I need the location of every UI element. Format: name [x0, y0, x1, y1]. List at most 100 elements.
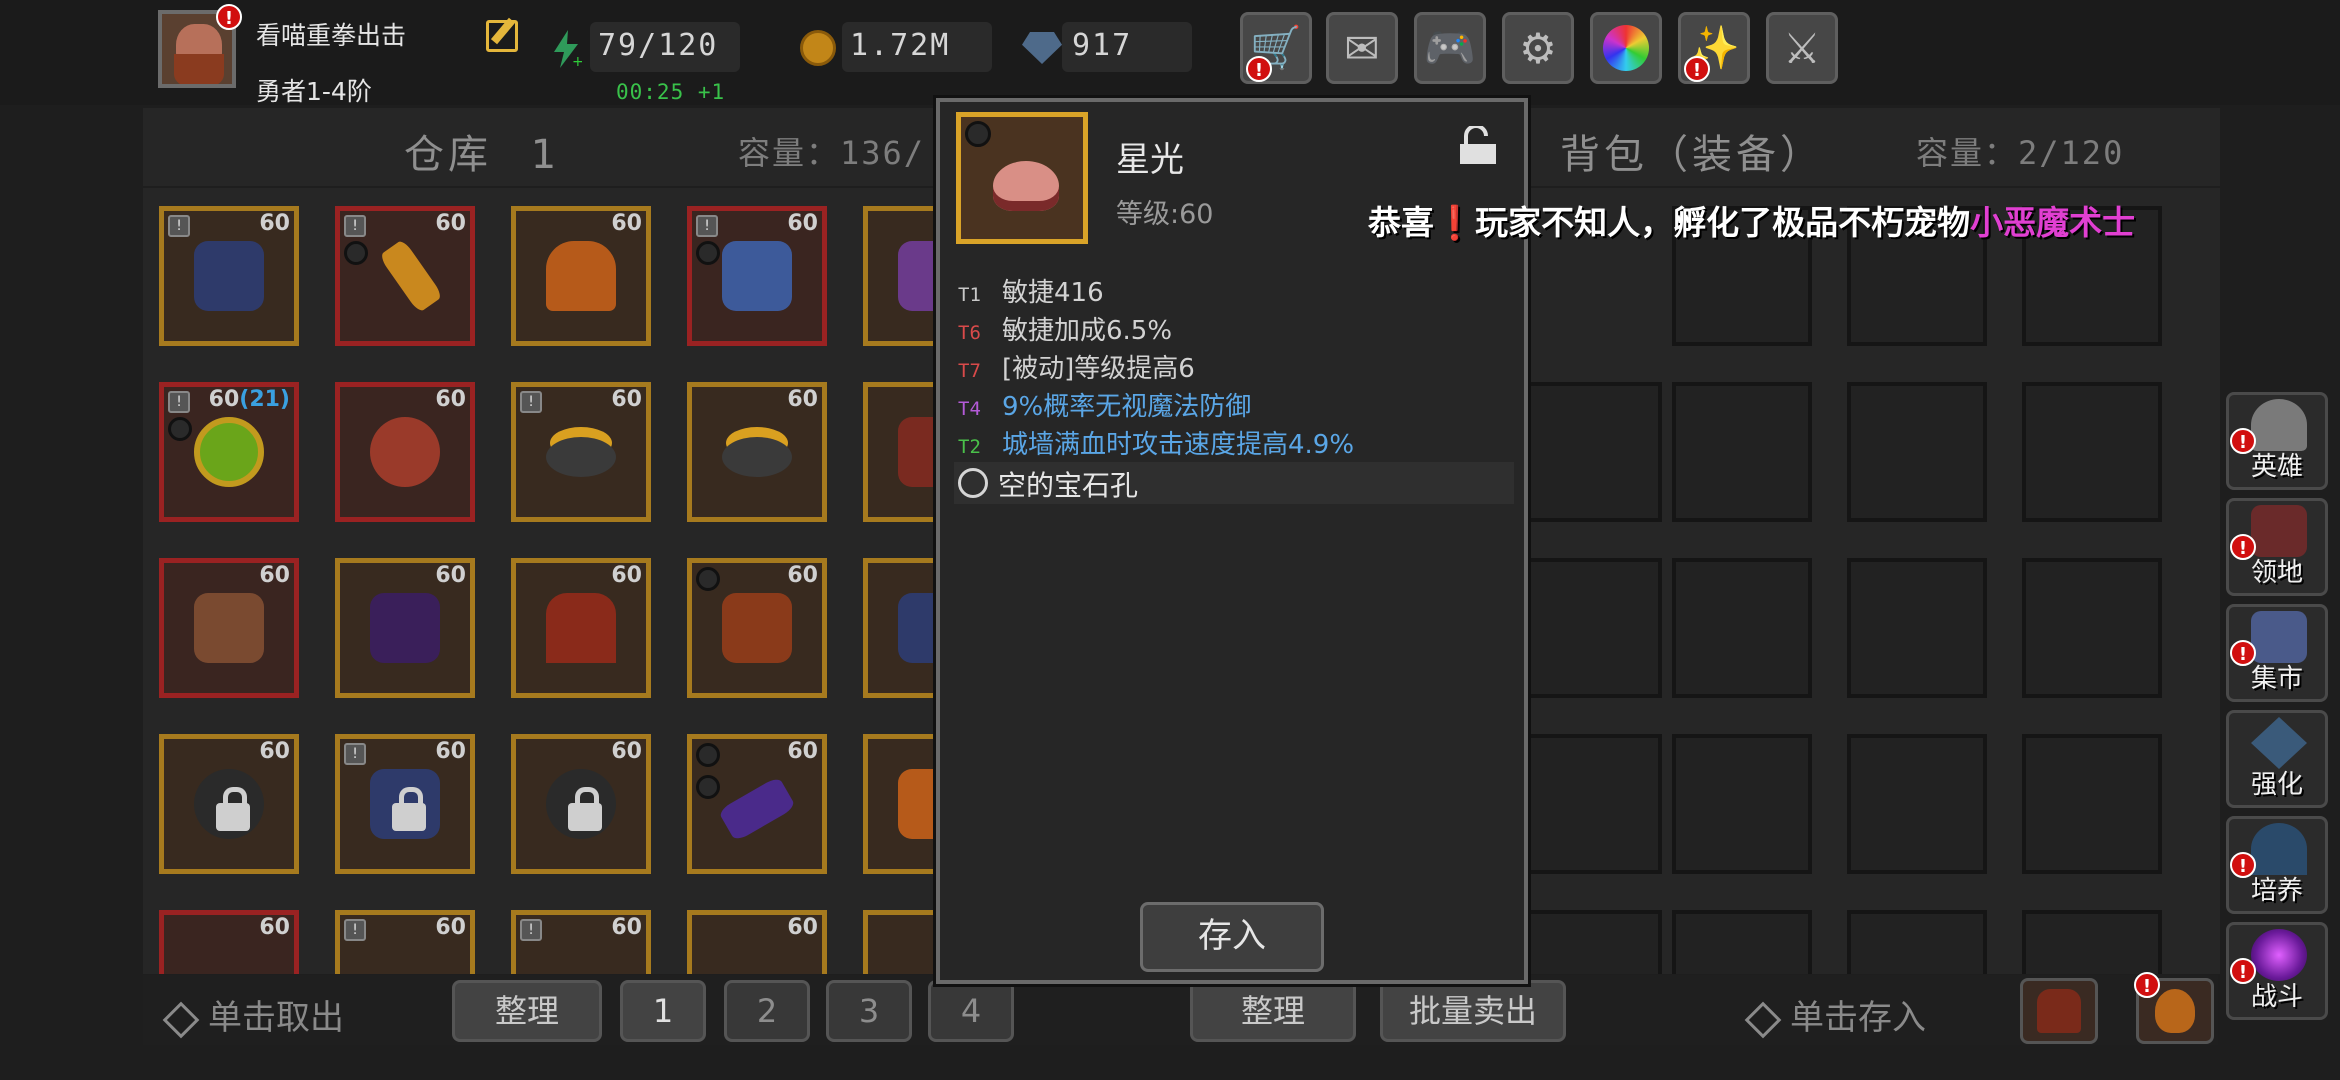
warehouse-slot[interactable]	[863, 910, 941, 974]
tag-icon: !	[168, 215, 190, 237]
backpack-slot[interactable]	[1672, 382, 1812, 522]
backpack-slot[interactable]	[1847, 734, 1987, 874]
broadcast-text: 恭喜❗玩家不知人，孵化了极品不朽宠物	[1368, 203, 1971, 242]
bulk-sell-button[interactable]: 批量卖出	[1380, 980, 1566, 1042]
item-level: 60	[787, 387, 818, 412]
socket-icon	[696, 775, 720, 799]
color-wheel-button[interactable]	[1590, 12, 1662, 84]
stat-text: [被动]等级提高6	[1002, 354, 1195, 384]
hero-alert-icon: !	[2230, 428, 2256, 454]
warehouse-slot[interactable]: 60	[687, 382, 827, 522]
leg-armor-icon	[722, 593, 792, 663]
store-in-hint[interactable]: 单击存入	[1744, 990, 1926, 1039]
warehouse-slot[interactable]	[863, 206, 941, 346]
gold-coin-icon[interactable]	[800, 30, 836, 66]
backpack-slot[interactable]	[1847, 910, 1987, 974]
backpack-slot[interactable]	[1522, 734, 1662, 874]
stat-text: 城墙满血时攻击速度提高4.9%	[1002, 430, 1355, 460]
item-level: 60	[435, 211, 466, 236]
warehouse-slot[interactable]: 60	[159, 734, 299, 874]
warehouse-page-3[interactable]: 3	[826, 980, 912, 1042]
item-level: 60	[611, 387, 642, 412]
warehouse-page-4[interactable]: 4	[928, 980, 1014, 1042]
warehouse-capacity: 容量：136/	[738, 134, 926, 172]
warehouse-slot[interactable]: ! 60	[335, 734, 475, 874]
warehouse-slot[interactable]: ! 60	[335, 206, 475, 346]
backpack-slot[interactable]	[1672, 558, 1812, 698]
warehouse-slot[interactable]: 60	[687, 558, 827, 698]
take-out-hint[interactable]: 单击取出	[162, 990, 344, 1039]
edit-name-icon[interactable]	[486, 20, 518, 52]
warehouse-slot[interactable]: 60	[511, 206, 651, 346]
backpack-slot[interactable]	[1847, 382, 1987, 522]
tag-icon: !	[344, 919, 366, 941]
armor-filter-button[interactable]	[2020, 978, 2098, 1044]
mail-button[interactable]: ✉	[1326, 12, 1398, 84]
market-alert-icon: !	[2230, 640, 2256, 666]
warehouse-slot[interactable]: 60	[159, 910, 299, 974]
gamepad-button[interactable]: 🎮	[1414, 12, 1486, 84]
lock-icon	[216, 787, 250, 831]
backpack-slot[interactable]	[2022, 910, 2162, 974]
empty-socket-icon	[958, 468, 988, 498]
portal-icon	[2251, 929, 2307, 981]
socket-icon	[965, 121, 991, 147]
backpack-slot[interactable]	[1522, 558, 1662, 698]
side-nav-enhance[interactable]: 强化	[2226, 710, 2328, 808]
warehouse-slot[interactable]: 60	[335, 382, 475, 522]
warehouse-slot[interactable]	[863, 558, 941, 698]
backpack-slot[interactable]	[1672, 910, 1812, 974]
warehouse-slot[interactable]: 60	[687, 910, 827, 974]
broadcast-message: 恭喜❗玩家不知人，孵化了极品不朽宠物小恶魔术士	[1368, 196, 2135, 244]
warehouse-slot[interactable]: 60	[335, 558, 475, 698]
shop-alert-icon: !	[1246, 56, 1272, 82]
head-necklace-icon	[370, 417, 440, 487]
energy-timer: 00:25 +1	[616, 80, 726, 104]
backpack-slot[interactable]	[2022, 558, 2162, 698]
item-level: 60	[435, 739, 466, 764]
settings-button[interactable]: ⚙	[1502, 12, 1574, 84]
stat-text: 敏捷加成6.5%	[1002, 316, 1173, 346]
belt-icon	[717, 775, 797, 843]
warehouse-slot[interactable]: 60	[511, 734, 651, 874]
stat-tier: T6	[958, 322, 981, 344]
market-stall-icon	[2251, 611, 2307, 663]
warehouse-slot[interactable]: ! 60	[511, 382, 651, 522]
item-level: 60	[787, 211, 818, 236]
chalice-icon	[2251, 823, 2307, 875]
lock-icon	[392, 787, 426, 831]
warehouse-slot[interactable]: ! 60	[335, 910, 475, 974]
unlock-icon[interactable]	[1458, 126, 1498, 164]
battle-tools-button[interactable]: ⚔	[1766, 12, 1838, 84]
warehouse-slot[interactable]	[863, 382, 941, 522]
warehouse-slot[interactable]: ! 60	[687, 206, 827, 346]
warehouse-slot[interactable]: ! 60(21)	[159, 382, 299, 522]
warehouse-slot[interactable]	[863, 734, 941, 874]
warehouse-slot[interactable]: 60	[159, 558, 299, 698]
backpack-slot[interactable]	[1672, 734, 1812, 874]
backpack-slot[interactable]	[1522, 382, 1662, 522]
stat-text: 敏捷416	[1002, 278, 1104, 308]
staff-icon	[378, 238, 444, 314]
stat-tier: T2	[958, 436, 981, 458]
warehouse-slot[interactable]: ! 60	[159, 206, 299, 346]
warehouse-slot[interactable]: ! 60	[511, 910, 651, 974]
backpack-slot[interactable]	[2022, 382, 2162, 522]
warehouse-slot[interactable]: 60	[511, 558, 651, 698]
warehouse-page-1[interactable]: 1	[620, 980, 706, 1042]
deposit-button[interactable]: 存入	[1140, 902, 1324, 972]
starlight-helm-icon	[993, 161, 1059, 211]
backpack-slot[interactable]	[1847, 558, 1987, 698]
territory-alert-icon: !	[2230, 534, 2256, 560]
warehouse-slot[interactable]: 60	[687, 734, 827, 874]
sword-icon: ⚔	[1783, 23, 1821, 73]
backpack-slot[interactable]	[2022, 734, 2162, 874]
sort-warehouse-button[interactable]: 整理	[452, 980, 602, 1042]
warehouse-grid: ! 60 ! 60 60 ! 60 ! 60(21) 60 ! 60 60 60 60 6…	[143, 188, 941, 974]
tag-icon: !	[520, 391, 542, 413]
backpack-slot[interactable]	[1522, 910, 1662, 974]
sort-backpack-button[interactable]: 整理	[1190, 980, 1356, 1042]
diamond-icon	[162, 1001, 200, 1038]
armor-icon	[2037, 989, 2081, 1033]
warehouse-page-2[interactable]: 2	[724, 980, 810, 1042]
